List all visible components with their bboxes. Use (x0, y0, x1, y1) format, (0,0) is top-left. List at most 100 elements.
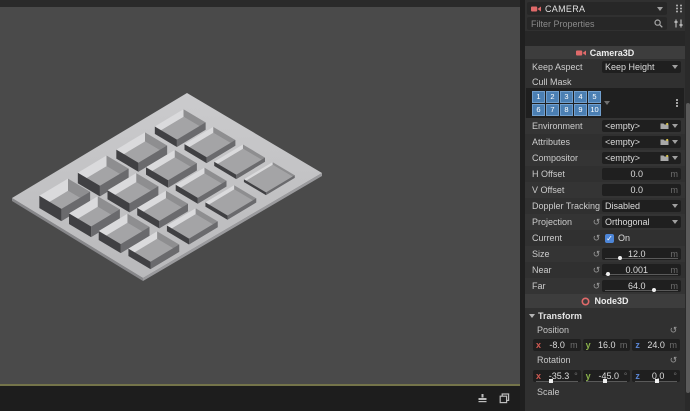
slider-track[interactable] (605, 274, 678, 275)
cull-mask-cell[interactable]: 7 (546, 104, 559, 116)
category-title: Node3D (594, 296, 628, 306)
property-row-compositor: Compositor <empty> (525, 150, 685, 166)
axis-y-label: y (586, 340, 591, 350)
sliders-icon (674, 19, 684, 28)
slider-knob[interactable] (655, 379, 659, 383)
property-label: Far (532, 281, 591, 291)
inspector-panel: CAMERA Filter Properties (525, 0, 690, 411)
resource-value: <empty> (605, 137, 660, 147)
slider-knob[interactable] (618, 256, 622, 260)
property-row-current: Current ↺ ✓ On (525, 230, 685, 246)
revert-arrow-icon[interactable]: ↺ (668, 325, 679, 336)
chevron-down-icon (604, 101, 610, 105)
current-checkbox[interactable]: ✓ (605, 234, 614, 243)
h-offset-field[interactable]: 0.0 m (602, 168, 681, 180)
unit-suffix: ° (673, 371, 677, 381)
keep-aspect-dropdown[interactable]: Keep Height (602, 61, 681, 73)
transform-group-header[interactable]: Transform (525, 308, 685, 323)
rotation-vector-fields: x -35.3 ° y -45.0 ° z 0.0 ° (525, 367, 685, 385)
slider-knob[interactable] (606, 272, 610, 276)
collapse-caret-icon (529, 314, 535, 318)
axis-x-label: x (536, 371, 541, 381)
v-offset-field[interactable]: 0.0 m (602, 184, 681, 196)
unit-suffix: ° (574, 371, 578, 381)
copy-output-button[interactable] (496, 391, 512, 407)
cull-mask-cell[interactable]: 3 (560, 91, 573, 103)
property-label: Position (537, 325, 668, 335)
property-label: Projection (532, 217, 591, 227)
cull-mask-cell[interactable]: 1 (532, 91, 545, 103)
size-slider-field[interactable]: 12.0 m (602, 248, 681, 260)
scrollbar-thumb[interactable] (686, 103, 690, 393)
revert-arrow-icon[interactable]: ↺ (591, 265, 602, 276)
copy-icon (499, 393, 510, 404)
property-row-v-offset: V Offset 0.0 m (525, 182, 685, 198)
camera-icon (531, 5, 541, 13)
slider-track[interactable] (586, 381, 628, 382)
slider-track[interactable] (635, 381, 677, 382)
rotation-y-field[interactable]: y -45.0 ° (583, 370, 631, 382)
attributes-resource-field[interactable]: <empty> (602, 136, 681, 148)
slider-track[interactable] (605, 290, 678, 291)
revert-arrow-icon[interactable]: ↺ (591, 249, 602, 260)
category-header-camera3d[interactable]: Camera3D (525, 46, 685, 59)
inspector-gap (525, 31, 690, 46)
cull-mask-cell[interactable]: 2 (546, 91, 559, 103)
slider-track[interactable] (536, 381, 578, 382)
position-y-field[interactable]: y 16.0 m (583, 339, 631, 351)
unit-suffix: m (570, 340, 578, 350)
near-slider-field[interactable]: 0.001 m (602, 264, 681, 276)
far-slider-field[interactable]: 64.0 m (602, 280, 681, 292)
position-z-field[interactable]: z 24.0 m (632, 339, 680, 351)
filter-properties-input[interactable]: Filter Properties (527, 17, 667, 30)
revert-arrow-icon[interactable]: ↺ (668, 355, 679, 366)
node3d-circle-icon (581, 297, 590, 306)
rotation-x-field[interactable]: x -35.3 ° (533, 370, 581, 382)
unit-suffix: ° (624, 371, 628, 381)
property-row-keep-aspect: Keep Aspect Keep Height (525, 59, 685, 75)
clear-output-button[interactable] (474, 391, 490, 407)
dropdown-value: Keep Height (605, 62, 669, 72)
output-bottom-bar (0, 386, 520, 411)
slider-track[interactable] (605, 258, 678, 259)
inspector-scrollbar[interactable] (685, 0, 690, 411)
cull-mask-cell[interactable]: 10 (588, 104, 601, 116)
slider-knob[interactable] (603, 379, 607, 383)
compositor-resource-field[interactable]: <empty> (602, 152, 681, 164)
rotation-z-field[interactable]: z 0.0 ° (632, 370, 680, 382)
position-x-field[interactable]: x -8.0 m (533, 339, 581, 351)
axis-z-label: z (635, 340, 640, 350)
property-row-position: Position ↺ (525, 323, 685, 337)
environment-resource-field[interactable]: <empty> (602, 120, 681, 132)
property-row-projection: Projection ↺ Orthogonal (525, 214, 685, 230)
object-options-icon (675, 4, 684, 13)
revert-arrow-icon[interactable]: ↺ (591, 281, 602, 292)
revert-arrow-icon[interactable]: ↺ (591, 233, 602, 244)
cull-mask-cell[interactable]: 4 (574, 91, 587, 103)
chevron-down-icon (672, 124, 678, 128)
3d-viewport[interactable] (0, 7, 520, 384)
group-title: Transform (538, 311, 582, 321)
cull-mask-cell[interactable]: 6 (532, 104, 545, 116)
cull-mask-menu-button[interactable] (676, 99, 678, 107)
revert-arrow-icon[interactable]: ↺ (591, 217, 602, 228)
category-header-node3d[interactable]: Node3D (525, 294, 685, 308)
slider-knob[interactable] (549, 379, 553, 383)
position-vector-fields: x -8.0 m y 16.0 m z 24.0 m (525, 337, 685, 353)
property-row-scale: Scale (525, 385, 685, 399)
property-label: Size (532, 249, 591, 259)
chevron-down-icon (672, 220, 678, 224)
doppler-tracking-dropdown[interactable]: Disabled (602, 200, 681, 212)
slider-knob[interactable] (652, 288, 656, 292)
property-label: Rotation (537, 355, 668, 365)
projection-dropdown[interactable]: Orthogonal (602, 216, 681, 228)
unit-suffix: m (620, 340, 628, 350)
property-row-near: Near ↺ 0.001 m (525, 262, 685, 278)
inspected-node-selector[interactable]: CAMERA (527, 2, 667, 15)
numeric-value: 24.0 (643, 340, 670, 350)
cull-mask-cell[interactable]: 9 (574, 104, 587, 116)
axis-y-label: y (586, 371, 591, 381)
cull-mask-cell[interactable]: 8 (560, 104, 573, 116)
cull-mask-grid: 1 2 3 4 5 6 7 8 9 10 (532, 91, 601, 116)
cull-mask-cell[interactable]: 5 (588, 91, 601, 103)
